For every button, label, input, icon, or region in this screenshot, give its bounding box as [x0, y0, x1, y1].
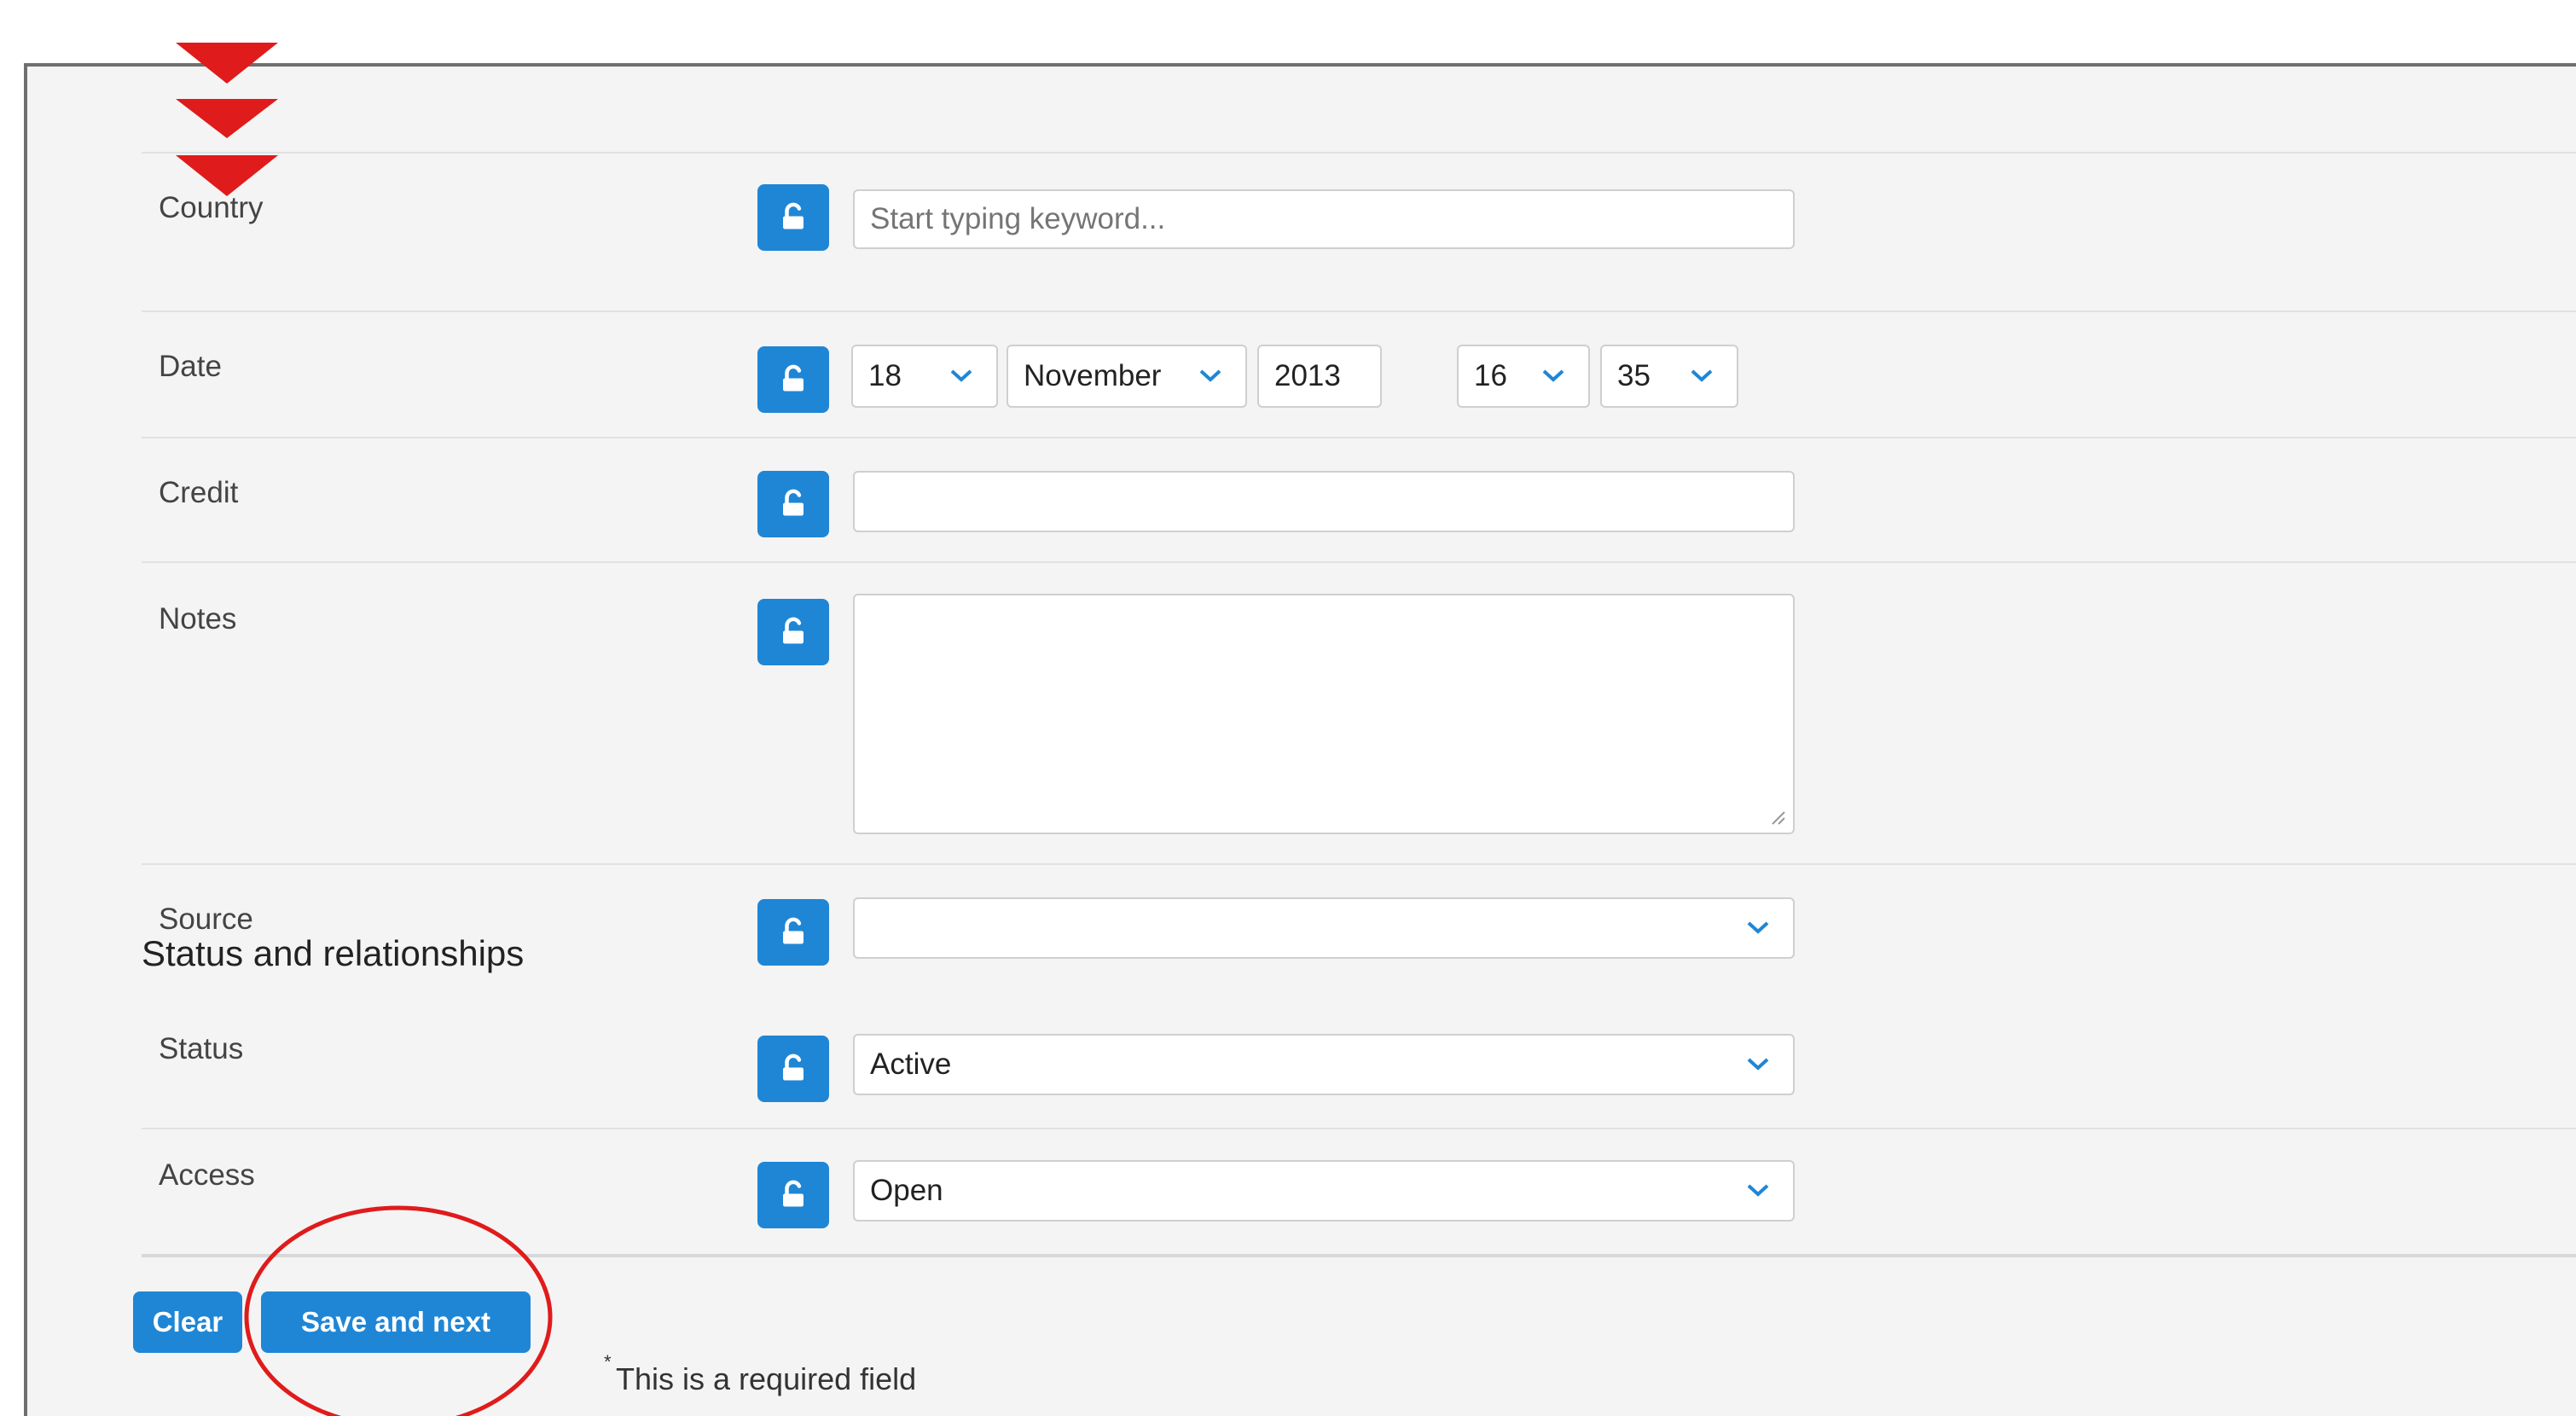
chevron-down-icon: [1747, 1058, 1769, 1071]
row-divider: [142, 863, 2576, 865]
section-title: Status and relationships: [142, 933, 525, 973]
unlock-icon: [783, 202, 804, 229]
date-hour-value: 16: [1474, 359, 1507, 392]
unlock-icon: [783, 364, 804, 392]
access-label: Access: [159, 1158, 255, 1192]
credit-label: Credit: [159, 476, 239, 509]
access-lock-button[interactable]: [757, 1162, 829, 1228]
credit-input[interactable]: [853, 471, 1795, 532]
annotation-circle: [244, 1205, 553, 1416]
row-divider: [142, 1128, 2576, 1129]
unlock-icon: [783, 489, 804, 516]
source-lock-button[interactable]: [757, 899, 829, 966]
status-label: Status: [159, 1032, 244, 1065]
date-day-select[interactable]: 18: [851, 345, 998, 408]
source-label: Source: [159, 902, 253, 936]
row-divider: [142, 561, 2576, 563]
unlock-icon: [783, 1180, 804, 1207]
country-lock-button[interactable]: [757, 184, 829, 251]
date-day-value: 18: [868, 359, 902, 392]
date-lock-button[interactable]: [757, 346, 829, 413]
row-divider: [142, 310, 2576, 312]
date-label: Date: [159, 350, 222, 383]
notes-textarea[interactable]: [853, 594, 1795, 834]
notes-label: Notes: [159, 602, 237, 635]
row-divider: [142, 437, 2576, 438]
required-star: *: [604, 1351, 612, 1372]
red-arrow-icon: [176, 99, 278, 138]
row-divider: [142, 152, 2576, 154]
required-note: This is a required field: [616, 1361, 917, 1396]
status-select[interactable]: Active: [853, 1034, 1795, 1095]
access-value: Open: [870, 1174, 943, 1207]
country-input[interactable]: [853, 189, 1795, 249]
credit-lock-button[interactable]: [757, 471, 829, 537]
date-minute-value: 35: [1617, 359, 1651, 392]
chevron-down-icon: [950, 369, 972, 382]
chevron-down-icon: [1542, 369, 1564, 382]
date-hour-select[interactable]: 16: [1457, 345, 1590, 408]
source-select[interactable]: [853, 897, 1795, 959]
status-value: Active: [870, 1047, 952, 1081]
chevron-down-icon: [1747, 921, 1769, 934]
chevron-down-icon: [1199, 369, 1221, 382]
access-select[interactable]: Open: [853, 1160, 1795, 1222]
date-year-value: 2013: [1274, 359, 1341, 392]
date-month-select[interactable]: November: [1007, 345, 1247, 408]
date-month-value: November: [1024, 359, 1162, 392]
red-arrow-icon: [176, 155, 278, 196]
date-minute-select[interactable]: 35: [1600, 345, 1738, 408]
unlock-icon: [783, 917, 804, 944]
status-lock-button[interactable]: [757, 1036, 829, 1102]
chevron-down-icon: [1691, 369, 1713, 382]
chevron-down-icon: [1747, 1184, 1769, 1197]
unlock-icon: [783, 1053, 804, 1081]
resize-grip-icon[interactable]: [1767, 807, 1786, 826]
notes-lock-button[interactable]: [757, 599, 829, 665]
date-year-input[interactable]: 2013: [1257, 345, 1382, 408]
red-arrow-icon: [176, 43, 278, 84]
annotation-arrows: [176, 43, 278, 196]
clear-button[interactable]: Clear: [133, 1291, 242, 1353]
unlock-icon: [783, 617, 804, 644]
